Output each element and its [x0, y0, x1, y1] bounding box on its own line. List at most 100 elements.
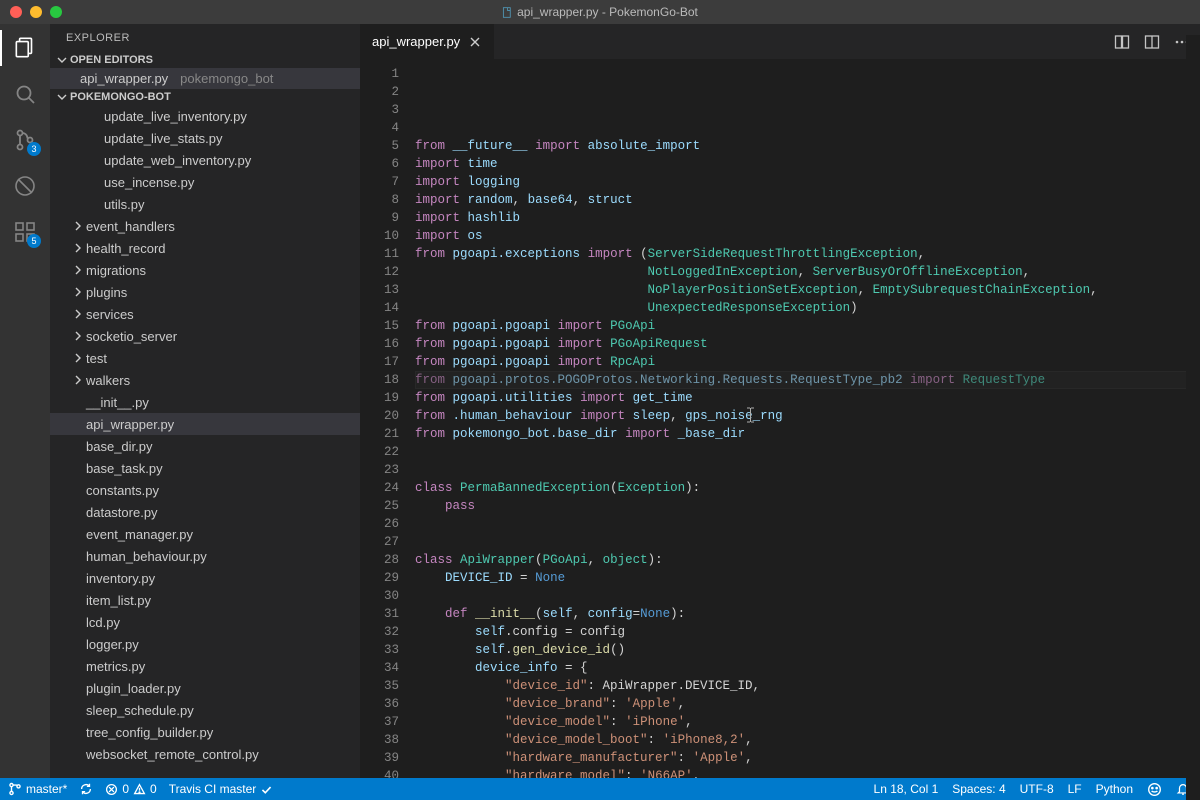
tree-file[interactable]: websocket_remote_control.py — [50, 743, 360, 765]
code-line[interactable] — [415, 461, 1200, 479]
minimize-window-button[interactable] — [30, 6, 42, 18]
split-editor-icon[interactable] — [1144, 34, 1160, 50]
code-line[interactable]: NoPlayerPositionSetException, EmptySubre… — [415, 281, 1200, 299]
cursor-position-status[interactable]: Ln 18, Col 1 — [874, 782, 939, 796]
line-number: 35 — [360, 677, 399, 695]
tree-folder[interactable]: plugins — [50, 281, 360, 303]
code-line[interactable]: "hardware_model": 'N66AP', — [415, 767, 1200, 778]
eol-status[interactable]: LF — [1068, 782, 1082, 796]
code-content[interactable]: from __future__ import absolute_importim… — [415, 59, 1200, 778]
tree-folder[interactable]: walkers — [50, 369, 360, 391]
code-line[interactable]: from .human_behaviour import sleep, gps_… — [415, 407, 1200, 425]
code-line[interactable]: NotLoggedInException, ServerBusyOrOfflin… — [415, 263, 1200, 281]
tree-folder[interactable]: services — [50, 303, 360, 325]
code-line[interactable]: device_info = { — [415, 659, 1200, 677]
code-line[interactable] — [415, 587, 1200, 605]
scm-activity-icon[interactable]: 3 — [11, 126, 39, 154]
tree-file[interactable]: human_behaviour.py — [50, 545, 360, 567]
encoding-status[interactable]: UTF-8 — [1020, 782, 1054, 796]
tree-file[interactable]: use_incense.py — [50, 171, 360, 193]
code-line[interactable]: import hashlib — [415, 209, 1200, 227]
close-tab-icon[interactable] — [468, 35, 482, 49]
tree-file[interactable]: plugin_loader.py — [50, 677, 360, 699]
tree-file[interactable]: update_web_inventory.py — [50, 149, 360, 171]
tree-file[interactable]: inventory.py — [50, 567, 360, 589]
tree-folder[interactable]: event_handlers — [50, 215, 360, 237]
code-line[interactable]: from pgoapi.pgoapi import PGoApi — [415, 317, 1200, 335]
tree-file[interactable]: event_manager.py — [50, 523, 360, 545]
language-mode-status[interactable]: Python — [1096, 782, 1133, 796]
tree-file[interactable]: update_live_inventory.py — [50, 105, 360, 127]
code-line[interactable]: from pgoapi.pgoapi import PGoApiRequest — [415, 335, 1200, 353]
code-line[interactable]: "device_model": 'iPhone', — [415, 713, 1200, 731]
problems-status[interactable]: 0 0 — [105, 782, 156, 796]
tree-file[interactable]: api_wrapper.py — [50, 413, 360, 435]
open-editors-section-header[interactable]: OPEN EDITORS — [50, 52, 360, 68]
code-line[interactable]: UnexpectedResponseException) — [415, 299, 1200, 317]
code-line[interactable]: from pgoapi.utilities import get_time — [415, 389, 1200, 407]
debug-activity-icon[interactable] — [11, 172, 39, 200]
explorer-activity-icon[interactable] — [11, 34, 39, 62]
search-activity-icon[interactable] — [11, 80, 39, 108]
tree-file[interactable]: utils.py — [50, 193, 360, 215]
code-line[interactable]: class PermaBannedException(Exception): — [415, 479, 1200, 497]
tree-file[interactable]: constants.py — [50, 479, 360, 501]
code-line[interactable]: "device_brand": 'Apple', — [415, 695, 1200, 713]
code-line[interactable]: "device_id": ApiWrapper.DEVICE_ID, — [415, 677, 1200, 695]
tree-file[interactable]: datastore.py — [50, 501, 360, 523]
line-number: 19 — [360, 389, 399, 407]
code-editor[interactable]: 1234567891011121314151617181920212223242… — [360, 59, 1200, 778]
git-branch-status[interactable]: master* — [8, 782, 67, 796]
tree-file[interactable]: __init__.py — [50, 391, 360, 413]
code-line[interactable]: self.config = config — [415, 623, 1200, 641]
extensions-activity-icon[interactable]: 5 — [11, 218, 39, 246]
tree-file[interactable]: sleep_schedule.py — [50, 699, 360, 721]
code-line[interactable]: def __init__(self, config=None): — [415, 605, 1200, 623]
tree-file[interactable]: lcd.py — [50, 611, 360, 633]
tree-folder[interactable]: health_record — [50, 237, 360, 259]
tree-file[interactable]: tree_config_builder.py — [50, 721, 360, 743]
minimap[interactable] — [1186, 35, 1200, 800]
code-line[interactable]: pass — [415, 497, 1200, 515]
tree-folder[interactable]: test — [50, 347, 360, 369]
code-line[interactable]: import logging — [415, 173, 1200, 191]
tree-folder[interactable]: migrations — [50, 259, 360, 281]
code-line[interactable]: class ApiWrapper(PGoApi, object): — [415, 551, 1200, 569]
feedback-smiley-icon[interactable] — [1147, 782, 1162, 797]
activity-bar: 3 5 — [0, 24, 50, 778]
tree-item-label: plugin_loader.py — [86, 681, 181, 696]
tree-file[interactable]: update_live_stats.py — [50, 127, 360, 149]
tree-file[interactable]: base_task.py — [50, 457, 360, 479]
code-line[interactable]: self.gen_device_id() — [415, 641, 1200, 659]
git-sync-status[interactable] — [79, 782, 93, 796]
indentation-status[interactable]: Spaces: 4 — [952, 782, 1005, 796]
tree-file[interactable]: logger.py — [50, 633, 360, 655]
tree-file[interactable]: metrics.py — [50, 655, 360, 677]
code-line[interactable]: from pgoapi.exceptions import (ServerSid… — [415, 245, 1200, 263]
code-line[interactable] — [415, 443, 1200, 461]
tree-item-label: base_task.py — [86, 461, 163, 476]
code-line[interactable]: import random, base64, struct — [415, 191, 1200, 209]
folder-section-header[interactable]: POKEMONGO-BOT — [50, 89, 360, 105]
code-line[interactable]: from pgoapi.pgoapi import RpcApi — [415, 353, 1200, 371]
code-line[interactable]: import os — [415, 227, 1200, 245]
open-editor-item[interactable]: api_wrapper.py pokemongo_bot — [50, 68, 360, 89]
tree-folder[interactable]: socketio_server — [50, 325, 360, 347]
code-line[interactable] — [415, 515, 1200, 533]
maximize-window-button[interactable] — [50, 6, 62, 18]
tree-file[interactable]: item_list.py — [50, 589, 360, 611]
code-line[interactable] — [415, 533, 1200, 551]
code-line[interactable]: "device_model_boot": 'iPhone8,2', — [415, 731, 1200, 749]
editor-tab[interactable]: api_wrapper.py — [360, 24, 495, 59]
code-line[interactable]: from pokemongo_bot.base_dir import _base… — [415, 425, 1200, 443]
code-line[interactable]: from __future__ import absolute_import — [415, 137, 1200, 155]
tree-file[interactable]: base_dir.py — [50, 435, 360, 457]
code-line[interactable]: "hardware_manufacturer": 'Apple', — [415, 749, 1200, 767]
line-number: 30 — [360, 587, 399, 605]
code-line[interactable]: import time — [415, 155, 1200, 173]
tree-item-label: use_incense.py — [104, 175, 194, 190]
close-window-button[interactable] — [10, 6, 22, 18]
travis-ci-status[interactable]: Travis CI master — [169, 782, 274, 796]
compare-changes-icon[interactable] — [1114, 34, 1130, 50]
code-line[interactable]: DEVICE_ID = None — [415, 569, 1200, 587]
